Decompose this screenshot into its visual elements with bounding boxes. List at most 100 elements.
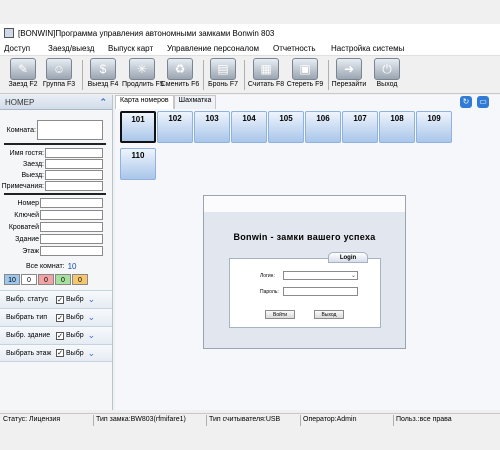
status-filter[interactable]: Выбр. статус ✓ Выбр ⌄	[0, 290, 112, 308]
keys-label: Ключей	[14, 211, 39, 219]
status-separator	[206, 415, 207, 426]
floor-filter[interactable]: Выбрать этаж ✓ Выбр ⌄	[0, 344, 112, 362]
exit-button[interactable]: ⏻ Выход	[369, 58, 405, 92]
chevron-down-icon[interactable]: ⌄	[88, 294, 96, 305]
divider	[4, 193, 106, 195]
login-panel: Login Логин: ⌄ Пароль: Войти Выход	[229, 252, 381, 328]
exit-label: Выход	[376, 81, 398, 88]
room-tile[interactable]: 108	[379, 111, 415, 143]
count-reserved: 0	[55, 274, 71, 285]
login-user-select[interactable]: ⌄	[283, 271, 358, 280]
checkin-date-field[interactable]	[45, 159, 103, 169]
toolbar: ✎ Заезд F2 ☺ Группа F3 $ Выезд F4 ✳ Прод…	[0, 56, 500, 94]
type-filter-label: Выбрать тип	[6, 314, 48, 321]
type-filter[interactable]: Выбрать тип ✓ Выбр ⌄	[0, 308, 112, 326]
read-card-button[interactable]: ▦ Считать F8	[246, 58, 286, 92]
recycle-icon: ♻	[167, 58, 193, 80]
building-filter-check-label: Выбр	[66, 332, 84, 339]
checkout-button[interactable]: $ Выезд F4	[84, 58, 122, 92]
building-filter[interactable]: Выбр. здание ✓ Выбр ⌄	[0, 326, 112, 344]
status-counts: 10 0 0 0 0	[4, 274, 88, 285]
keys-field[interactable]	[40, 210, 103, 220]
building-filter-checkbox[interactable]: ✓	[56, 331, 64, 340]
room-tile[interactable]: 104	[231, 111, 267, 143]
room-tile[interactable]: 101	[120, 111, 156, 143]
login-dialog: Bonwin - замки вашего успеха Login Логин…	[203, 195, 406, 349]
menu-staff[interactable]: Управление персоналом	[167, 44, 259, 53]
status-operator: Оператор:Admin	[303, 416, 357, 423]
room-tile[interactable]: 102	[157, 111, 193, 143]
login-password-field[interactable]	[283, 287, 358, 296]
menu-access[interactable]: Доступ	[4, 44, 30, 53]
guest-name-field[interactable]	[45, 148, 103, 158]
status-lock-type: Тип замка:BW803(rfmifare1)	[96, 416, 186, 423]
chevron-up-icon[interactable]: ⌃	[99, 97, 107, 108]
menu-bar: Доступ Заезд/выезд Выпуск карт Управлени…	[0, 42, 500, 56]
login-user-row: Логин: ⌄	[260, 271, 358, 280]
reader-icon: ▦	[253, 58, 279, 80]
erase-card-button[interactable]: ▣ Стереть F9	[285, 58, 325, 92]
beds-field[interactable]	[40, 222, 103, 232]
chevron-down-icon[interactable]: ⌄	[88, 330, 96, 341]
booking-label: Бронь F7	[207, 81, 238, 88]
menu-settings[interactable]: Настройка системы	[331, 44, 404, 53]
tab-chessboard[interactable]: Шахматка	[173, 95, 217, 109]
room-tile[interactable]: 109	[416, 111, 452, 143]
chevron-down-icon: ⌄	[350, 273, 356, 279]
room-input[interactable]	[37, 120, 103, 140]
booking-button[interactable]: ▤ Бронь F7	[205, 58, 241, 92]
sidebar-header[interactable]: НОМЕР ⌃	[0, 95, 112, 110]
relogin-button[interactable]: ➜ Перезайти	[330, 58, 368, 92]
menu-checkin-checkout[interactable]: Заезд/выезд	[48, 44, 94, 53]
checkin-date-row: Заезд:	[0, 159, 103, 169]
erase-card-label: Стереть F9	[286, 81, 324, 88]
checkin-button[interactable]: ✎ Заезд F2	[3, 58, 43, 92]
count-vacant: 10	[4, 274, 20, 285]
divider	[4, 143, 106, 145]
group-label: Группа F3	[42, 81, 76, 88]
login-exit-button[interactable]: Выход	[314, 310, 344, 319]
extend-button[interactable]: ✳ Продлить F5	[122, 58, 164, 92]
chevron-down-icon[interactable]: ⌄	[88, 348, 96, 359]
group-button[interactable]: ☺ Группа F3	[39, 58, 79, 92]
change-button[interactable]: ♻ Сменить F6	[160, 58, 200, 92]
room-tile[interactable]: 103	[194, 111, 230, 143]
sidebar-title: НОМЕР	[5, 97, 35, 107]
toolbar-separator	[244, 60, 245, 90]
checkout-date-row: Выезд:	[0, 170, 103, 180]
login-tab: Login	[328, 252, 368, 263]
notes-field[interactable]	[45, 181, 103, 191]
refresh-icon[interactable]: ↻	[460, 96, 472, 108]
read-card-label: Считать F8	[247, 81, 285, 88]
login-enter-button[interactable]: Войти	[265, 310, 295, 319]
floor-filter-checkbox[interactable]: ✓	[56, 349, 64, 357]
room-tile[interactable]: 105	[268, 111, 304, 143]
count-dirty: 0	[38, 274, 54, 285]
checkout-date-label: Выезд:	[21, 171, 44, 179]
status-separator	[300, 415, 301, 426]
login-slogan: Bonwin - замки вашего успеха	[233, 232, 376, 242]
tab-room-map[interactable]: Карта номеров	[115, 95, 174, 109]
room-sidebar: НОМЕР ⌃ Комната: Имя гостя: Заезд: Выезд…	[0, 95, 113, 410]
checkout-date-field[interactable]	[45, 170, 103, 180]
view-tabs: Карта номеров Шахматка	[115, 95, 217, 109]
floor-row: Этаж	[0, 246, 103, 256]
room-tile[interactable]: 106	[305, 111, 341, 143]
menu-card-issue[interactable]: Выпуск карт	[108, 44, 153, 53]
toolbar-separator	[82, 60, 83, 90]
login-password-row: Пароль:	[260, 287, 358, 296]
login-user-label: Логин:	[260, 272, 275, 279]
room-tile[interactable]: 110	[120, 148, 156, 180]
status-reader-type: Тип считывателя:USB	[209, 416, 281, 423]
floor-field[interactable]	[40, 246, 103, 256]
type-filter-checkbox[interactable]: ✓	[56, 313, 64, 322]
chat-icon[interactable]: ▭	[477, 96, 489, 108]
room-number-field[interactable]	[40, 198, 103, 208]
toolbar-separator	[203, 60, 204, 90]
building-field[interactable]	[40, 234, 103, 244]
menu-reports[interactable]: Отчетность	[273, 44, 316, 53]
status-filter-checkbox[interactable]: ✓	[56, 295, 64, 304]
room-tile[interactable]: 107	[342, 111, 378, 143]
status-license: Статус: Лицензия	[3, 416, 61, 423]
chevron-down-icon[interactable]: ⌄	[88, 312, 96, 323]
